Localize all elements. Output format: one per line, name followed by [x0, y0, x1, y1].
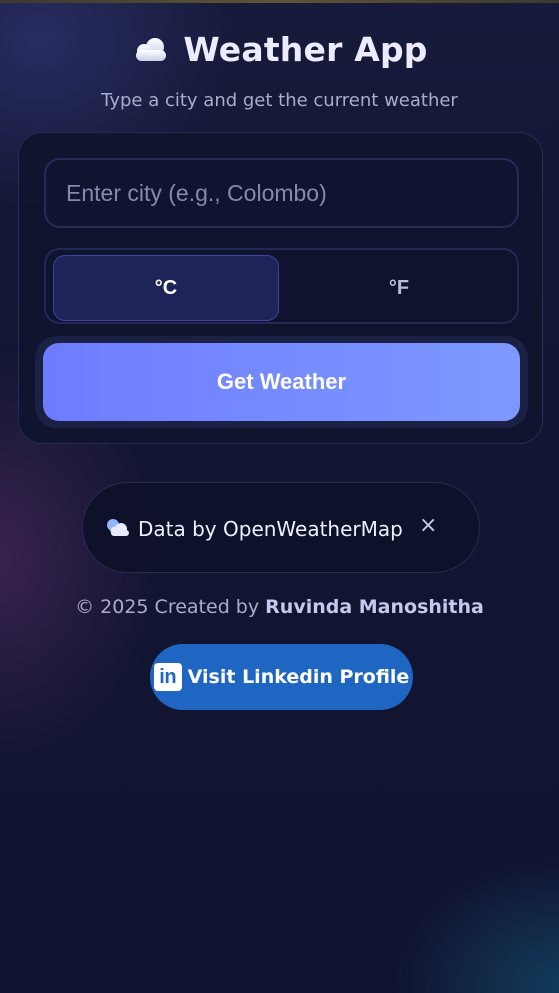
data-source-pill: Data by OpenWeatherMap ×	[82, 482, 480, 573]
credit-prefix: © 2025 Created by	[75, 596, 260, 618]
cloud-icon	[131, 36, 171, 64]
linkedin-profile-button[interactable]: in Visit Linkedin Profile	[150, 644, 413, 710]
author-name: Ruvinda Manoshitha	[265, 596, 484, 618]
page-subtitle: Type a city and get the current weather	[101, 90, 458, 111]
celsius-button[interactable]: °C	[53, 255, 279, 321]
page-title: Weather App	[183, 30, 428, 69]
sun-cloud-icon	[105, 518, 131, 542]
get-weather-button[interactable]: Get Weather	[43, 343, 520, 421]
fahrenheit-button[interactable]: °F	[286, 255, 512, 321]
city-search-input[interactable]	[44, 158, 519, 228]
data-source-label: Data by OpenWeatherMap	[138, 517, 403, 541]
linkedin-icon: in	[153, 663, 182, 691]
unit-toggle: °C °F	[44, 248, 519, 324]
app-header: Weather App	[0, 30, 559, 69]
credit-line: © 2025 Created by Ruvinda Manoshitha	[0, 596, 559, 618]
linkedin-button-label: Visit Linkedin Profile	[187, 666, 410, 688]
close-icon[interactable]: ×	[419, 513, 437, 538]
search-card: °C °F Get Weather	[18, 132, 543, 444]
top-border-line	[0, 0, 559, 3]
